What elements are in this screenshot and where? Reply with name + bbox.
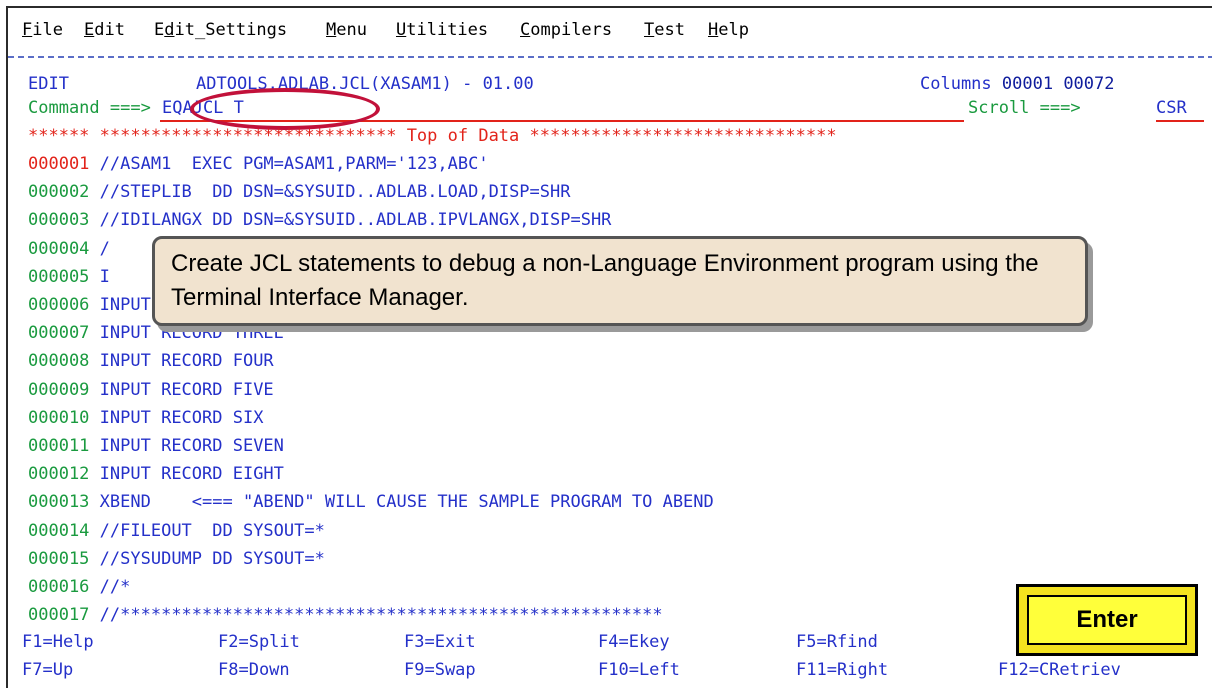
menu-bar: File Edit Edit_Settings Menu Utilities C… xyxy=(8,8,1212,52)
menu-edit-settings[interactable]: Edit_Settings xyxy=(154,20,287,40)
instruction-callout: Create JCL statements to debug a non-Lan… xyxy=(152,236,1088,326)
function-key[interactable]: F3=Exit xyxy=(404,632,476,652)
source-line[interactable]: 000009 INPUT RECORD FIVE xyxy=(28,376,274,404)
line-text[interactable]: INPUT RECORD EIGHT xyxy=(100,464,284,484)
edit-mode-label: EDIT xyxy=(28,74,69,94)
line-number: 000011 xyxy=(28,436,90,456)
line-number: 000004 xyxy=(28,238,90,259)
function-key[interactable]: F1=Help xyxy=(22,632,94,652)
columns-label: Columns xyxy=(920,74,992,94)
line-text[interactable]: //IDILANGX DD DSN=&SYSUID..ADLAB.IPVLANG… xyxy=(100,210,612,230)
menu-edit[interactable]: Edit xyxy=(84,20,125,40)
top-of-data-text: ****** ***************************** Top… xyxy=(28,126,837,146)
menu-file[interactable]: File xyxy=(22,20,63,40)
line-text[interactable]: //FILEOUT DD SYSOUT=* xyxy=(100,521,325,541)
line-number: 000001 xyxy=(28,154,90,174)
function-key[interactable]: F8=Down xyxy=(218,660,290,680)
function-key[interactable]: F2=Split xyxy=(218,632,300,652)
menu-compilers[interactable]: Compilers xyxy=(520,20,612,40)
line-text[interactable]: INPUT RECORD SIX xyxy=(100,408,264,428)
function-key[interactable]: F7=Up xyxy=(22,660,73,680)
source-line[interactable]: 000010 INPUT RECORD SIX xyxy=(28,404,263,432)
line-number: 000002 xyxy=(28,182,90,203)
source-line[interactable]: 000014 //FILEOUT DD SYSOUT=* xyxy=(28,517,325,545)
top-of-data-line: ****** ***************************** Top… xyxy=(28,122,837,150)
line-text[interactable]: INPUT RECORD FOUR xyxy=(100,351,274,371)
line-text[interactable]: //STEPLIB DD DSN=&SYSUID..ADLAB.LOAD,DIS… xyxy=(100,182,571,202)
function-keys-row-2: F7=Up F8=Down F9=Swap F10=Left F11=Right F12=… xyxy=(8,660,1212,686)
source-line[interactable]: 000001 //ASAM1 EXEC PGM=ASAM1,PARM='123,… xyxy=(28,150,489,178)
menu-test[interactable]: Test xyxy=(644,20,685,40)
function-key[interactable]: F10=Left xyxy=(598,660,680,680)
columns-indicator: Columns 00001 00072 xyxy=(920,74,1115,94)
line-number: 000009 xyxy=(28,379,90,400)
line-number: 000010 xyxy=(28,407,90,428)
line-text[interactable]: INPUT RECORD THREE xyxy=(100,323,284,343)
source-line[interactable]: 000002 //STEPLIB DD DSN=&SYSUID..ADLAB.L… xyxy=(28,178,570,206)
menu-help[interactable]: Help xyxy=(708,20,749,40)
source-line[interactable]: 000015 //SYSUDUMP DD SYSOUT=* xyxy=(28,545,325,573)
scroll-input[interactable] xyxy=(1156,96,1204,122)
source-line[interactable]: 000011 INPUT RECORD SEVEN xyxy=(28,432,284,460)
line-number: 000008 xyxy=(28,351,90,372)
function-key[interactable]: F4=Ekey xyxy=(598,632,670,652)
function-key[interactable]: F5=Rfind xyxy=(796,632,878,652)
scroll-label: Scroll ===> xyxy=(968,98,1081,118)
source-line[interactable]: 000003 //IDILANGX DD DSN=&SYSUID..ADLAB.… xyxy=(28,206,611,234)
line-number: 000007 xyxy=(28,323,90,344)
line-text[interactable]: / xyxy=(100,239,110,259)
line-number: 000006 xyxy=(28,295,90,315)
function-keys-row-1: F1=Help F2=Split F3=Exit F4=Ekey F5=Rfind xyxy=(8,632,1212,658)
line-number: 000013 xyxy=(28,492,90,513)
menu-divider xyxy=(8,56,1212,58)
line-text[interactable]: //* xyxy=(100,577,131,597)
line-text[interactable]: XBEND <=== "ABEND" WILL CAUSE THE SAMPLE… xyxy=(100,492,714,512)
line-text[interactable]: I xyxy=(100,267,110,287)
line-text[interactable]: //ASAM1 EXEC PGM=ASAM1,PARM='123,ABC' xyxy=(100,154,489,174)
menu-utilities[interactable]: Utilities xyxy=(396,20,488,40)
source-line[interactable]: 000013 XBEND <=== "ABEND" WILL CAUSE THE… xyxy=(28,488,714,516)
line-number: 000015 xyxy=(28,548,90,569)
menu-menu[interactable]: Menu xyxy=(326,20,367,40)
line-text[interactable]: //SYSUDUMP DD SYSOUT=* xyxy=(100,549,325,569)
source-line[interactable]: 000005 I xyxy=(28,263,110,291)
source-line[interactable]: 000004 / xyxy=(28,235,110,263)
line-number: 000014 xyxy=(28,520,90,541)
columns-value: 00001 00072 xyxy=(1001,74,1115,94)
source-line[interactable]: 000017 //*******************************… xyxy=(28,601,663,629)
source-line[interactable]: 000016 //* xyxy=(28,573,130,601)
command-label: Command ===> xyxy=(28,98,151,118)
source-line[interactable]: 000008 INPUT RECORD FOUR xyxy=(28,347,274,375)
line-text[interactable]: INPUT RECORD FIVE xyxy=(100,380,274,400)
line-number: 000003 xyxy=(28,210,90,231)
ispf-editor-window: File Edit Edit_Settings Menu Utilities C… xyxy=(6,6,1212,688)
line-number: 000012 xyxy=(28,464,90,485)
line-number: 000016 xyxy=(28,577,90,597)
function-key[interactable]: F11=Right xyxy=(796,660,888,680)
function-key[interactable]: F9=Swap xyxy=(404,660,476,680)
line-text[interactable]: INPUT RECORD SEVEN xyxy=(100,436,284,456)
line-number: 000005 xyxy=(28,266,90,287)
function-key[interactable]: F12=CRetriev xyxy=(998,660,1121,680)
line-text[interactable]: //**************************************… xyxy=(100,605,663,625)
source-line[interactable]: 000012 INPUT RECORD EIGHT xyxy=(28,460,284,488)
line-number: 000017 xyxy=(28,605,90,626)
